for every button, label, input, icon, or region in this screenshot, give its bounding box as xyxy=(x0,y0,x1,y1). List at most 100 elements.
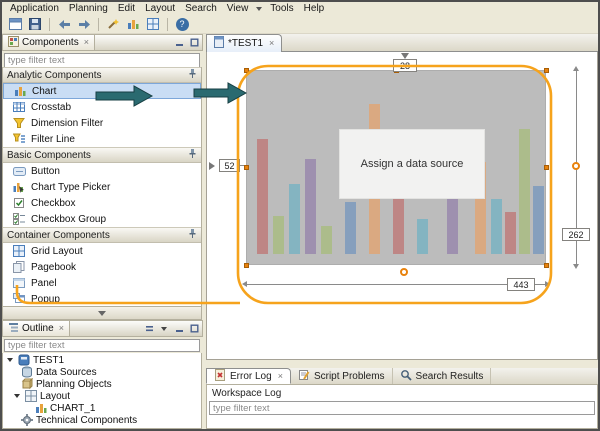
menu-edit[interactable]: Edit xyxy=(113,2,140,15)
tree-item-layout[interactable]: Layout xyxy=(3,390,201,402)
resize-handle-left-middle[interactable] xyxy=(244,165,249,170)
resize-handle-bottom-right[interactable] xyxy=(544,263,549,268)
new-application-icon[interactable] xyxy=(6,16,24,33)
outline-view-header: Outline × xyxy=(2,320,203,337)
design-canvas[interactable]: Assign a data source 28 52 xyxy=(206,52,598,360)
tab-editor-test1[interactable]: *TEST1 × xyxy=(206,34,282,52)
resize-handle-right-middle[interactable] xyxy=(544,165,549,170)
chart-type-picker-icon xyxy=(12,181,26,193)
palette-item-dimension-filter[interactable]: Dimension Filter xyxy=(3,115,201,131)
menu-view[interactable]: View xyxy=(222,2,254,15)
application-file-icon xyxy=(214,36,224,51)
resize-handle-top-left[interactable] xyxy=(244,68,249,73)
tree-item-data-sources[interactable]: Data Sources xyxy=(3,366,201,378)
resize-handle-right-circle[interactable] xyxy=(572,162,580,170)
outline-filter-input[interactable] xyxy=(4,339,200,352)
palette-item-pagebook[interactable]: Pagebook xyxy=(3,259,201,275)
close-icon[interactable]: × xyxy=(269,39,274,48)
pin-icon[interactable] xyxy=(188,228,197,242)
chevron-down-icon xyxy=(98,311,106,316)
palette-item-button[interactable]: Button xyxy=(3,163,201,179)
application-icon xyxy=(17,354,30,366)
layout-icon xyxy=(24,390,37,402)
dimension-left-label: 52 xyxy=(219,159,240,172)
error-log-filter-input[interactable] xyxy=(209,401,595,415)
tree-item-planning-objects[interactable]: Planning Objects xyxy=(3,378,201,390)
tree-item-test1[interactable]: TEST1 xyxy=(3,354,201,366)
palette-item-panel[interactable]: Panel xyxy=(3,275,201,291)
resize-handle-bottom-circle[interactable] xyxy=(400,268,408,276)
tree-expander-icon[interactable] xyxy=(13,394,21,398)
resize-handle-top-right[interactable] xyxy=(544,68,549,73)
component-palette: Analytic Components Chart Crosstab Dimen… xyxy=(2,67,202,307)
menu-layout[interactable]: Layout xyxy=(140,2,180,15)
tab-search-results[interactable]: Search Results xyxy=(393,368,492,384)
tab-components[interactable]: Components × xyxy=(3,35,95,50)
tree-item-technical-components[interactable]: Technical Components xyxy=(3,414,201,426)
chart-icon[interactable] xyxy=(124,16,142,33)
menu-planning[interactable]: Planning xyxy=(64,2,113,15)
drawer-container-components[interactable]: Container Components xyxy=(3,227,201,243)
palette-scroll-down[interactable] xyxy=(2,307,202,320)
palette-item-filter-line[interactable]: Filter Line xyxy=(3,131,201,147)
grid-icon[interactable] xyxy=(144,16,162,33)
chart-component-placeholder[interactable]: Assign a data source xyxy=(246,70,546,265)
palette-item-checkbox[interactable]: Checkbox xyxy=(3,195,201,211)
components-filter-input[interactable] xyxy=(4,53,200,68)
menu-tools[interactable]: Tools xyxy=(265,2,298,15)
undo-icon[interactable] xyxy=(55,16,73,33)
close-icon[interactable]: × xyxy=(278,372,283,381)
bottom-panel: Error Log × Script Problems Search Resul… xyxy=(206,368,598,429)
menu-application[interactable]: Application xyxy=(5,2,64,15)
pin-icon[interactable] xyxy=(188,148,197,162)
minimize-icon[interactable] xyxy=(172,36,186,49)
tree-item-label: Layout xyxy=(40,391,70,402)
menu-search[interactable]: Search xyxy=(180,2,222,15)
dimension-width-arrow-right xyxy=(545,281,550,287)
tree-item-label: CHART_1 xyxy=(50,403,95,414)
maximize-icon[interactable] xyxy=(187,322,201,335)
redo-icon[interactable] xyxy=(75,16,93,33)
drawer-analytic-components[interactable]: Analytic Components xyxy=(3,67,201,83)
bottom-tab-strip: Error Log × Script Problems Search Resul… xyxy=(206,368,598,385)
palette-item-label: Crosstab xyxy=(31,102,71,113)
tab-error-log[interactable]: Error Log × xyxy=(206,368,291,384)
tab-outline[interactable]: Outline × xyxy=(3,321,70,336)
bottom-tab-label: Script Problems xyxy=(314,371,385,382)
palette-item-checkbox-group[interactable]: Checkbox Group xyxy=(3,211,201,227)
palette-item-label: Chart Type Picker xyxy=(31,182,110,193)
palette-item-chart[interactable]: Chart xyxy=(3,83,201,99)
help-icon[interactable]: ? xyxy=(173,16,191,33)
save-icon[interactable] xyxy=(26,16,44,33)
maximize-icon[interactable] xyxy=(187,36,201,49)
resize-handle-bottom-left[interactable] xyxy=(244,263,249,268)
minimize-icon[interactable] xyxy=(172,322,186,335)
close-icon[interactable]: × xyxy=(59,324,64,333)
menu-help[interactable]: Help xyxy=(299,2,330,15)
view-dropdown-icon[interactable] xyxy=(256,7,262,11)
tree-item-chart1[interactable]: CHART_1 xyxy=(3,402,201,414)
tree-item-label: Technical Components xyxy=(36,415,137,426)
workspace-log-label: Workspace Log xyxy=(212,388,281,399)
drawer-basic-components[interactable]: Basic Components xyxy=(3,147,201,163)
outline-tab-label: Outline xyxy=(22,323,54,334)
tree-expander-icon[interactable] xyxy=(6,358,14,362)
editor-tab-strip: *TEST1 × xyxy=(206,34,598,52)
editor-area: *TEST1 × Assign a data source xyxy=(206,34,598,429)
main-toolbar: ? xyxy=(2,15,598,34)
palette-item-popup[interactable]: Popup xyxy=(3,291,201,307)
palette-item-grid-layout[interactable]: Grid Layout xyxy=(3,243,201,259)
collapse-all-icon[interactable] xyxy=(142,322,156,335)
pin-icon[interactable] xyxy=(188,68,197,82)
palette-item-label: Chart xyxy=(32,86,56,97)
close-icon[interactable]: × xyxy=(84,38,89,47)
horizontal-sash[interactable] xyxy=(206,360,598,368)
tab-script-problems[interactable]: Script Problems xyxy=(291,368,393,384)
view-menu-icon[interactable] xyxy=(157,322,171,335)
wand-icon[interactable] xyxy=(104,16,122,33)
dimension-top-label: 28 xyxy=(393,59,417,72)
palette-item-crosstab[interactable]: Crosstab xyxy=(3,99,201,115)
panel-icon xyxy=(12,277,26,289)
pagebook-icon xyxy=(12,261,26,273)
palette-item-chart-type-picker[interactable]: Chart Type Picker xyxy=(3,179,201,195)
